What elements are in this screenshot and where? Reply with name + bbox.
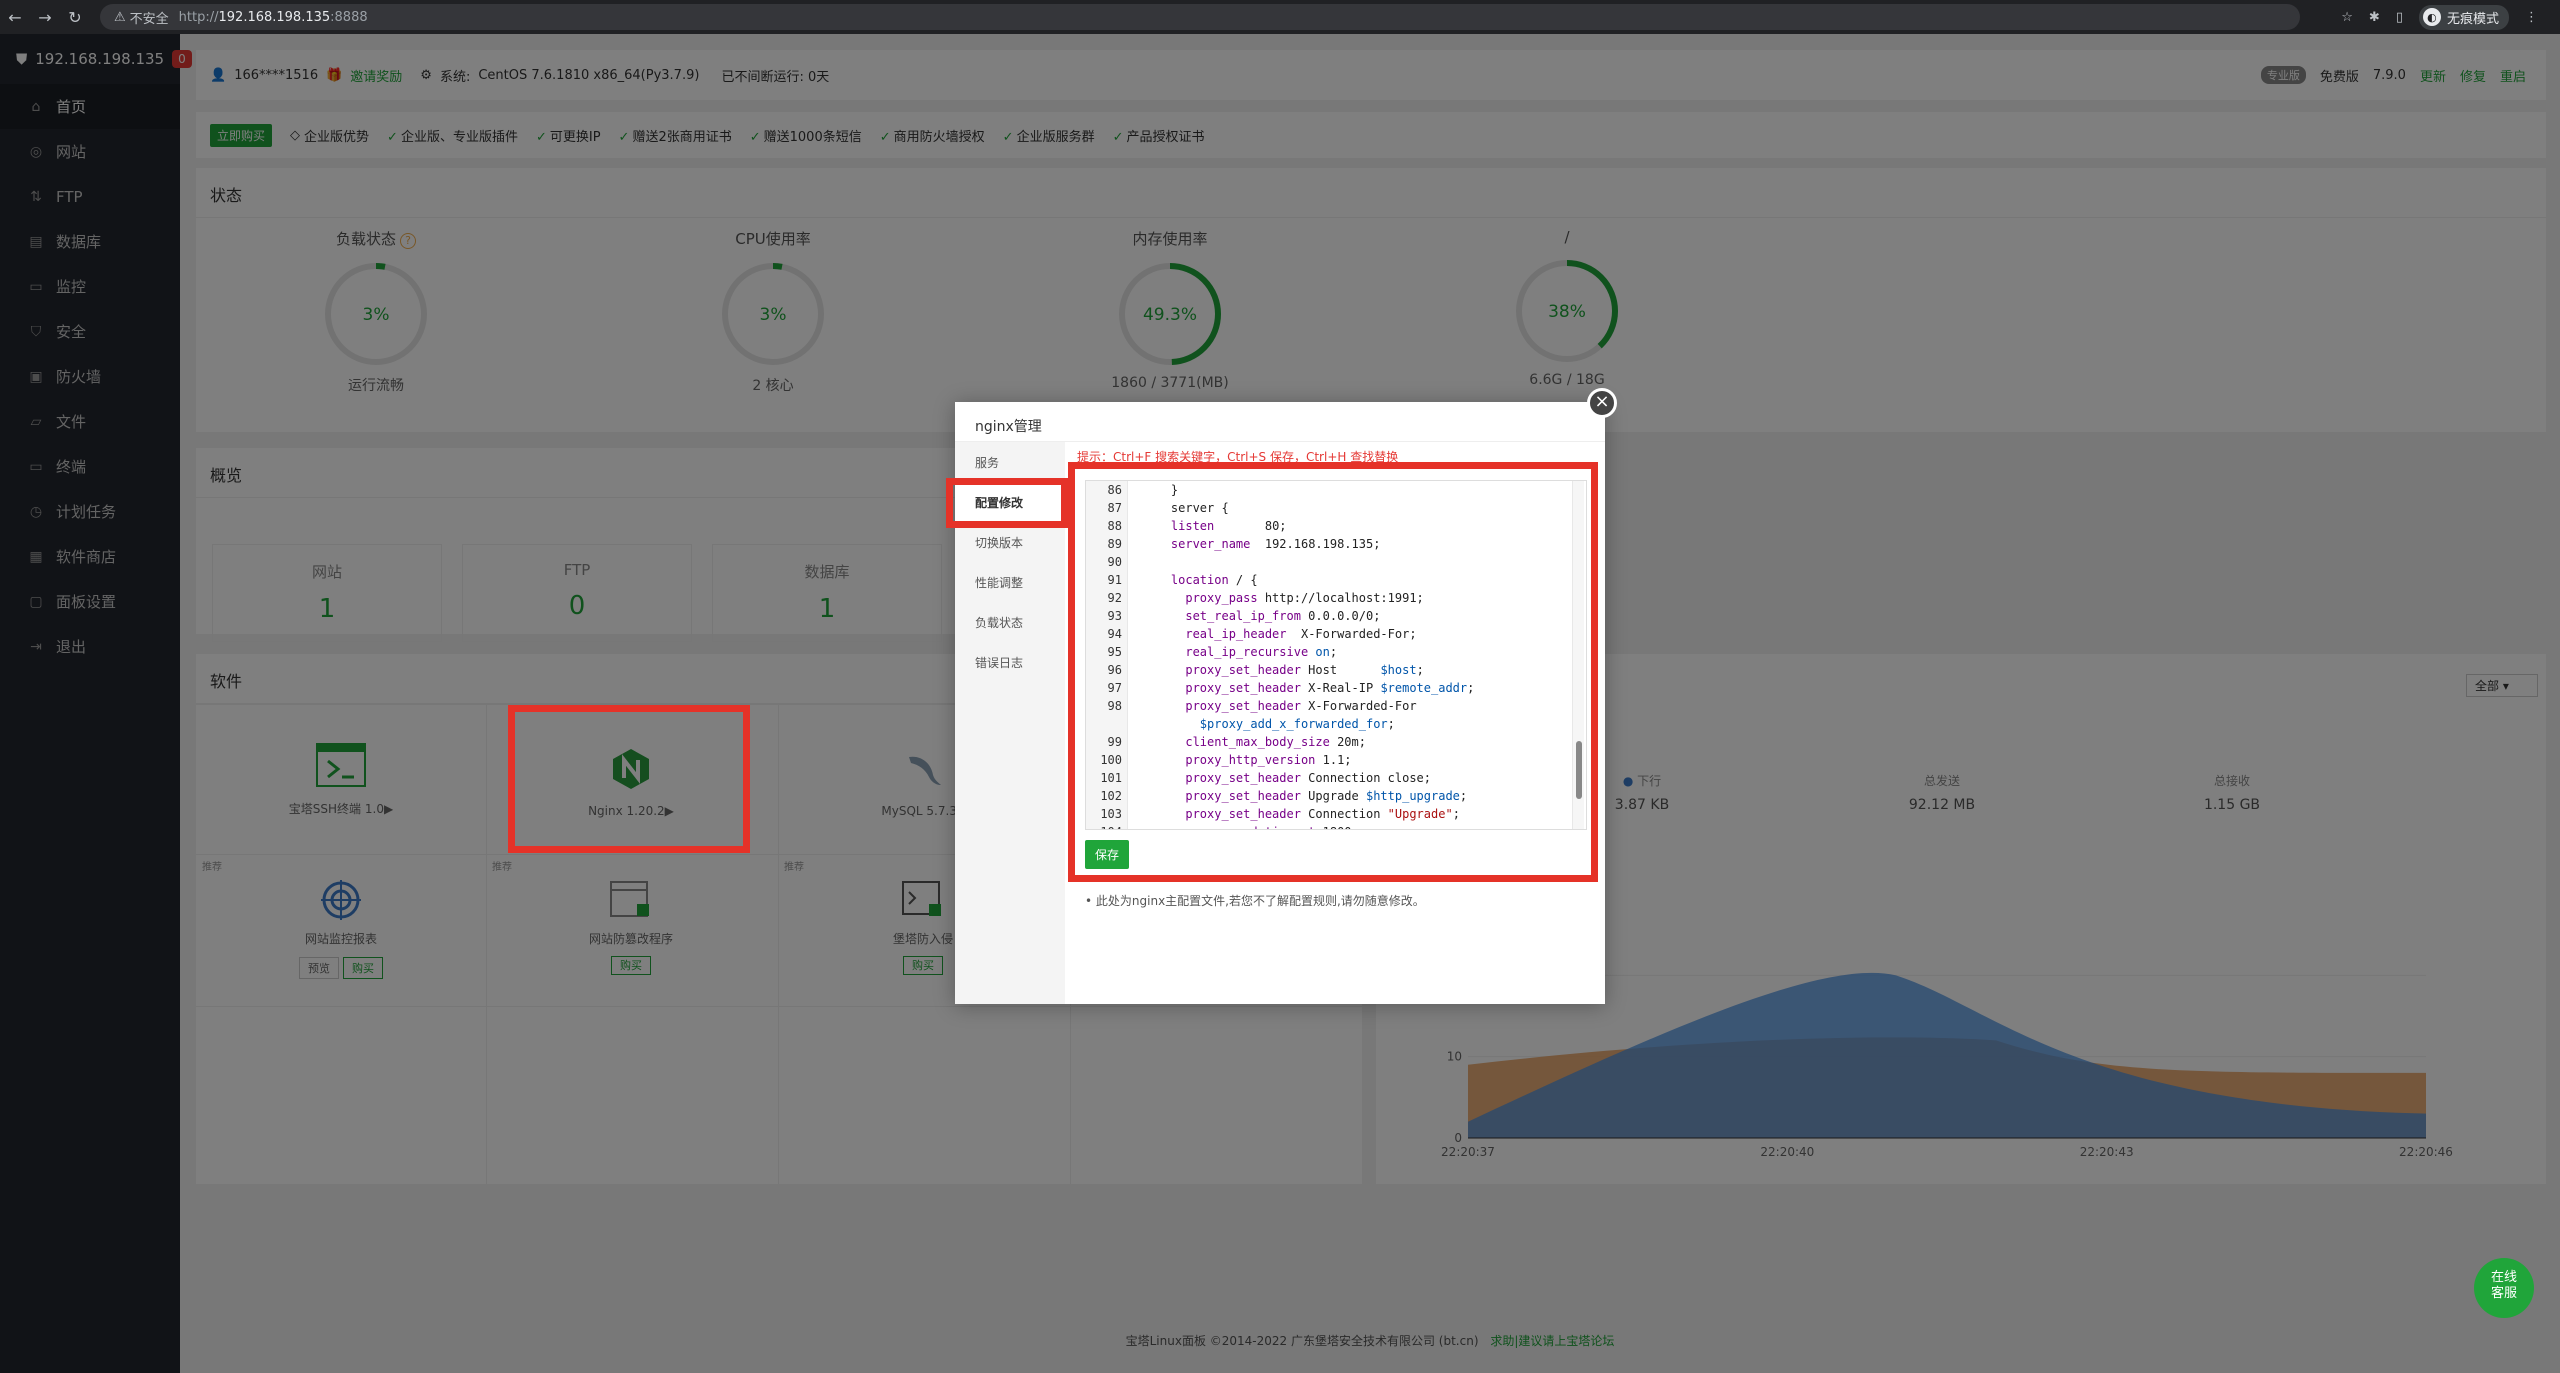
url-protocol: http:// [178,9,219,25]
nav-performance[interactable]: 性能调整 [955,562,1065,602]
highlight-config-tab [946,478,1068,528]
nav-load-status[interactable]: 负载状态 [955,602,1065,642]
url-port: :8888 [330,9,368,25]
highlight-nginx [508,705,750,853]
reload-icon[interactable]: ↻ [60,8,90,27]
browser-menu-icon[interactable]: ⋮ [2525,10,2538,25]
url-host: 192.168.198.135 [218,9,331,25]
incognito-label: 无痕模式 [2446,11,2499,27]
modal-title: nginx管理 [955,402,1605,442]
config-note: • 此处为nginx主配置文件,若您不了解配置规则,请勿随意修改。 [1085,894,1425,908]
incognito-icon: ◐ [2422,8,2441,26]
address-bar[interactable]: ⚠ 不安全 http:// 192.168.198.135 :8888 [100,4,2300,30]
nav-error-log[interactable]: 错误日志 [955,642,1065,682]
back-icon[interactable]: ← [0,8,30,27]
security-label: 不安全 [129,11,169,27]
bookmark-star-icon[interactable]: ☆ [2341,10,2353,25]
warning-icon: ⚠ [114,9,126,25]
extensions-icon[interactable]: ✱ [2369,10,2380,25]
highlight-editor [1068,462,1598,882]
nav-switch-version[interactable]: 切换版本 [955,522,1065,562]
close-icon[interactable]: × [1587,388,1617,418]
forward-icon[interactable]: → [30,8,60,27]
nav-service[interactable]: 服务 [955,442,1065,482]
sidepanel-icon[interactable]: ▯ [2396,10,2403,25]
online-service-button[interactable]: 在线 客服 [2474,1258,2534,1318]
incognito-button[interactable]: ◐ 无痕模式 [2418,4,2509,30]
browser-toolbar: ← → ↻ ⚠ 不安全 http:// 192.168.198.135 :888… [0,0,2560,34]
